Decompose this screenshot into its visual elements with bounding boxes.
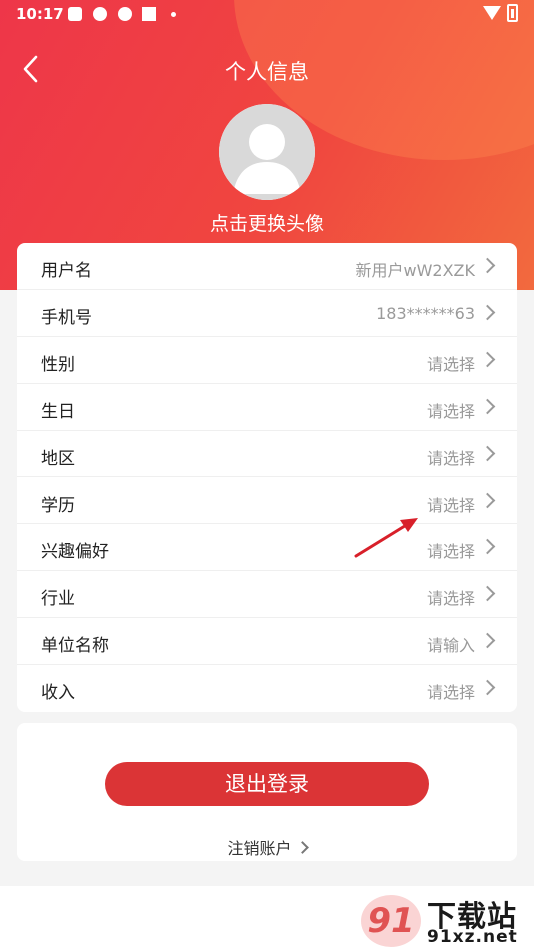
notification-icon: [68, 7, 82, 21]
row-gender[interactable]: 性别 请选择: [17, 337, 517, 384]
cancel-account-link[interactable]: 注销账户: [17, 835, 517, 859]
row-income[interactable]: 收入 请选择: [17, 665, 517, 712]
row-label: 性别: [41, 354, 75, 375]
profile-info-list: 用户名 新用户wW2XZK 手机号 183******63 性别 请选择 生日 …: [17, 243, 517, 712]
chevron-right-icon: [479, 492, 496, 508]
user-silhouette-icon: [219, 104, 315, 200]
chevron-right-icon: [479, 257, 496, 274]
row-value: 请选择: [426, 354, 475, 374]
row-value: 请选择: [426, 448, 475, 468]
watermark-logo-icon: 91: [361, 895, 421, 947]
watermark: 91 下载站 91xz.net: [361, 893, 534, 950]
row-label: 地区: [41, 448, 75, 469]
chevron-right-icon: [479, 445, 496, 461]
row-region[interactable]: 地区 请选择: [17, 431, 517, 478]
page-title: 个人信息: [225, 60, 309, 84]
square-notification-icon: [142, 7, 156, 21]
battery-icon: [507, 4, 518, 22]
row-value: 请选择: [426, 542, 475, 562]
watermark-domain: 91xz.net: [427, 927, 518, 947]
row-value: 请选择: [426, 683, 475, 703]
row-value: 183******63: [376, 303, 475, 323]
cancel-account-label: 注销账户: [227, 839, 292, 858]
row-username[interactable]: 用户名 新用户wW2XZK: [17, 243, 517, 290]
row-label: 兴趣偏好: [41, 542, 109, 563]
app-notification-icon: [93, 7, 107, 21]
chevron-right-icon: [479, 304, 496, 321]
status-bar: 10:17: [0, 0, 534, 28]
row-value: 新用户wW2XZK: [355, 261, 475, 280]
wifi-icon: [483, 6, 501, 20]
row-label: 生日: [41, 401, 75, 422]
chevron-right-icon: [479, 586, 496, 602]
chevron-right-icon: [479, 398, 496, 414]
row-value: 请输入: [426, 636, 475, 656]
row-label: 行业: [41, 589, 75, 610]
row-phone[interactable]: 手机号 183******63: [17, 290, 517, 337]
row-label: 手机号: [41, 307, 92, 328]
chevron-right-icon: [479, 679, 496, 696]
account-actions: 退出登录 注销账户: [17, 723, 517, 861]
row-label: 收入: [41, 683, 75, 704]
row-industry[interactable]: 行业 请选择: [17, 571, 517, 619]
logout-button[interactable]: 退出登录: [105, 762, 429, 806]
chevron-right-icon: [479, 632, 496, 649]
chevron-right-icon: [479, 351, 496, 368]
row-birthday[interactable]: 生日 请选择: [17, 384, 517, 431]
row-value: 请选择: [426, 401, 475, 421]
row-company[interactable]: 单位名称 请输入: [17, 618, 517, 666]
status-time: 10:17: [16, 5, 64, 23]
more-notifications-dot-icon: [171, 12, 176, 17]
change-avatar-label[interactable]: 点击更换头像: [0, 209, 534, 236]
annotation-arrow-icon: [354, 518, 418, 558]
row-label: 用户名: [41, 261, 92, 281]
row-education[interactable]: 学历 请选择: [17, 478, 517, 525]
row-label: 学历: [41, 495, 75, 516]
chevron-right-icon: [295, 841, 309, 854]
row-label: 单位名称: [41, 636, 109, 657]
chevron-right-icon: [479, 539, 496, 555]
avatar[interactable]: [219, 104, 315, 200]
app-notification-icon: [118, 7, 132, 21]
row-value: 请选择: [426, 495, 475, 515]
row-value: 请选择: [426, 589, 475, 609]
row-interests[interactable]: 兴趣偏好 请选择: [17, 524, 517, 572]
